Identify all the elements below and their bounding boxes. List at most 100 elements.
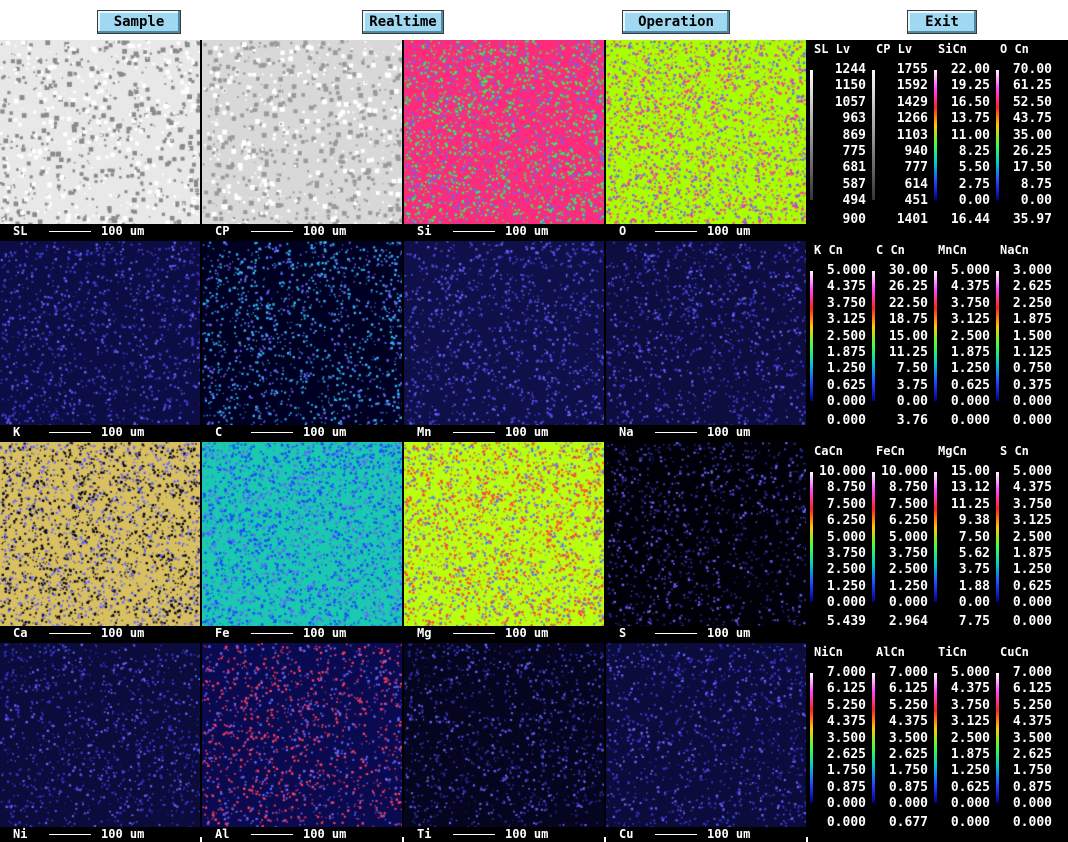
map-image [404,241,604,440]
legend-scale-value: 1.125 [1012,345,1052,360]
element-map-al: Al 100 um [202,643,402,842]
legend-header: FeCn [876,444,905,458]
legend-scale-value: 940 [904,144,928,159]
scale-line [453,834,495,835]
realtime-button[interactable]: Realtime [362,10,444,34]
color-scale-bar [996,472,999,602]
legend-average-value: 2.964 [888,613,928,629]
legend-scale-value: 5.000 [826,263,866,278]
scale-length: 100 um [707,224,751,238]
legend-scale-value: 52.50 [1012,94,1052,110]
element-map-ca: Ca 100 um [0,442,200,641]
legend-scale-value: 1.875 [950,747,990,762]
legend-scale-value: 0.625 [950,377,990,393]
color-scale-bar [996,271,999,401]
legend-scale-value: 3.750 [826,295,866,311]
element-map-fe: Fe 100 um [202,442,402,641]
map-image [202,643,402,842]
scale-line [49,231,91,232]
legend-average-value: 0.000 [950,814,990,830]
map-element-label: K [13,425,21,439]
exit-button[interactable]: Exit [907,10,977,34]
legend-scale-value: 61.25 [1012,78,1052,94]
legend-scale-value: 5.000 [826,529,866,545]
legend-scale-value: 30.00 [888,263,928,278]
legend-average-value: 0.000 [1012,412,1052,428]
legend-scale-value: 7.000 [826,665,866,680]
legend-scale-value: 16.50 [950,94,990,110]
legend-scale-value: 0.000 [888,796,928,812]
legend-scale-value: 3.500 [826,730,866,746]
scale-line [49,432,91,433]
legend-scale-value: 451 [904,193,928,209]
legend-scale-value: 1592 [896,78,928,94]
scale-line [251,432,293,433]
legend-header: S Cn [1000,444,1029,458]
color-scale-bar [996,673,999,803]
scale-length: 100 um [101,626,145,640]
legend-scale-value: 2.625 [888,747,928,762]
legend-scale-value: 4.375 [950,279,990,295]
scale-bar: K 100 um [0,425,200,440]
legend-average-value: 0.000 [826,814,866,830]
legend-average-value: 900 [842,211,866,227]
scale-line [453,231,495,232]
legend-scale-value: 10.000 [881,464,928,479]
legend-average-value: 0.000 [1012,613,1052,629]
map-image [0,241,200,440]
legend-block-1: SL Lv 1244 1150 1057 963 869 775 681 587 494 900 CP… [808,40,1068,239]
legend-scale-value: 0.375 [1012,377,1052,393]
legend-scale-value: 963 [842,111,866,127]
legend-scale-value: 3.125 [826,312,866,328]
scale-line [251,834,293,835]
legend-scale-value: 7.500 [888,496,928,512]
legend-scale-value: 18.75 [888,312,928,328]
legend-scale-value: 22.50 [888,295,928,311]
scale-line [655,231,697,232]
color-scale-bar [996,70,999,200]
legend-scale-value: 5.250 [888,697,928,713]
legend-average-value: 0.000 [950,412,990,428]
legend-scale-value: 1755 [896,62,928,77]
scale-bar: Cu 100 um [606,827,806,842]
legend-scale-value: 7.50 [958,529,990,545]
scale-bar: CP 100 um [202,224,402,239]
legend-scale-value: 43.75 [1012,111,1052,127]
sample-button[interactable]: Sample [97,10,181,34]
legend-header: NiCn [814,645,843,659]
legend-scale-value: 1.250 [950,361,990,377]
scale-line [49,834,91,835]
map-element-label: Ni [13,827,28,841]
legend-scale-value: 5.50 [958,160,990,176]
legend-scale-value: 1.250 [888,578,928,594]
scale-bar: Al 100 um [202,827,402,842]
legend-scale-value: 13.75 [950,111,990,127]
legend-scale-value: 5.250 [1012,697,1052,713]
scale-line [655,834,697,835]
legend-average-value: 16.44 [950,211,990,227]
legend-scale-value: 0.625 [826,377,866,393]
legend-scale-value: 3.125 [950,714,990,730]
legend-scale-value: 1.750 [1012,763,1052,779]
legend-scale-value: 0.000 [826,394,866,410]
map-image [404,643,604,842]
operation-button[interactable]: Operation [622,10,730,34]
legend-scale-value: 0.000 [1012,595,1052,611]
legend-scale-value: 6.125 [826,681,866,697]
legend-scale-value: 8.750 [826,480,866,496]
scale-length: 100 um [707,626,751,640]
legend-scale-value: 1.875 [950,345,990,360]
scale-line [251,633,293,634]
legend-header: C Cn [876,243,905,257]
legend-scale-value: 70.00 [1012,62,1052,77]
legend-scale-value: 2.250 [1012,295,1052,311]
legend-scale-value: 2.625 [1012,747,1052,762]
legend-scale-value: 6.250 [888,513,928,529]
scale-length: 100 um [303,425,347,439]
legend-scale-value: 15.00 [888,328,928,344]
legend-scale-value: 0.00 [1020,193,1052,209]
legend-scale-value: 0.000 [888,595,928,611]
legend-scale-value: 3.000 [1012,263,1052,278]
legend-average-value: 5.439 [826,613,866,629]
legend-scale-value: 1103 [896,127,928,143]
